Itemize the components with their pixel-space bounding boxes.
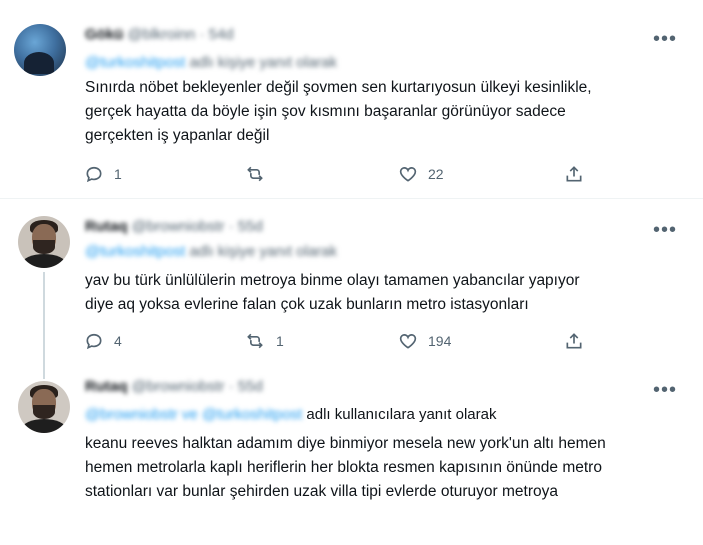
reply-button[interactable]: 4 xyxy=(84,329,122,353)
more-dots-icon[interactable]: ••• xyxy=(653,29,677,49)
retweet-icon xyxy=(247,333,263,349)
avatar[interactable] xyxy=(18,216,70,268)
tweet-text-line: gerçek hayatta da böyle işin şov kısmını… xyxy=(85,103,566,120)
tweet[interactable]: Rutaq @browniobstr · 55d ••• @turkoshitp… xyxy=(0,198,703,365)
tweet-header: Rutaq @browniobstr · 55d xyxy=(85,378,263,395)
like-count: 194 xyxy=(428,333,452,349)
retweet-count: 1 xyxy=(276,333,284,349)
author-handle[interactable]: @browniobstr xyxy=(132,378,225,395)
reply-bubble-icon xyxy=(86,333,102,350)
tweet-text-line: keanu reeves halktan adamım diye binmiyo… xyxy=(85,435,606,452)
tweet-text-line: gerçekten iş yapanlar değil xyxy=(85,127,270,144)
avatar[interactable] xyxy=(14,24,66,76)
avatar[interactable] xyxy=(18,381,70,433)
tweet-text-line: stationları var bunlar şehirden uzak vil… xyxy=(85,483,558,500)
reply-to-suffix: adlı kişiye yanıt olarak xyxy=(189,243,338,260)
tweet-header: Gökü @blkroinn · 54d xyxy=(85,26,234,43)
share-upload-icon xyxy=(566,333,582,349)
share-button[interactable] xyxy=(564,162,584,186)
tweet-text-line: yav bu türk ünlülülerin metroya binme ol… xyxy=(85,272,580,289)
tweet-time[interactable]: · 54d xyxy=(199,26,233,43)
tweet-time[interactable]: · 55d xyxy=(229,378,263,395)
tweet-time[interactable]: · 55d xyxy=(229,218,263,235)
author-handle[interactable]: @blkroinn xyxy=(128,26,196,43)
reply-to-mention[interactable]: @turkoshitpost xyxy=(85,54,185,71)
tweet-text: Sınırda nöbet bekleyenler değil şovmen s… xyxy=(85,76,685,148)
tweet[interactable]: Gökü @blkroinn · 54d ••• @turkoshitpost … xyxy=(0,0,703,198)
like-button[interactable]: 22 xyxy=(398,162,444,186)
share-upload-icon xyxy=(566,166,582,182)
reply-to-mention[interactable]: @turkoshitpost xyxy=(85,243,185,260)
author-handle[interactable]: @browniobstr xyxy=(132,218,225,235)
share-button[interactable] xyxy=(564,329,584,353)
reply-to-line: @turkoshitpost adlı kişiye yanıt olarak xyxy=(85,54,337,71)
tweet-text: yav bu türk ünlülülerin metroya binme ol… xyxy=(85,269,685,317)
tweet-header: Rutaq @browniobstr · 55d xyxy=(85,218,263,235)
retweet-icon xyxy=(247,166,263,182)
retweet-button[interactable] xyxy=(244,162,276,186)
like-button[interactable]: 194 xyxy=(398,329,451,353)
reply-count: 4 xyxy=(114,333,122,349)
reply-to-suffix: adlı kişiye yanıt olarak xyxy=(189,54,338,71)
more-dots-icon[interactable]: ••• xyxy=(653,380,677,400)
tweet-text: keanu reeves halktan adamım diye binmiyo… xyxy=(85,432,685,504)
reply-button[interactable]: 1 xyxy=(84,162,122,186)
reply-to-suffix: adlı kullanıcılara yanıt olarak xyxy=(306,406,497,423)
author-name[interactable]: Rutaq xyxy=(85,218,128,235)
tweet[interactable]: Rutaq @browniobstr · 55d ••• @browniobst… xyxy=(0,365,703,545)
tweet-text-line: Sınırda nöbet bekleyenler değil şovmen s… xyxy=(85,79,592,96)
tweet-text-line: hemen metrolarla kaplı heriflerin her bl… xyxy=(85,459,602,476)
thread-line xyxy=(43,365,45,379)
reply-count: 1 xyxy=(114,166,122,182)
reply-to-line: @browniobstr ve @turkoshitpost adlı kull… xyxy=(85,406,497,423)
retweet-button[interactable]: 1 xyxy=(244,329,284,353)
tweet-actions: 4 1 194 xyxy=(84,329,604,353)
reply-bubble-icon xyxy=(86,166,102,183)
more-dots-icon[interactable]: ••• xyxy=(653,220,677,240)
reply-to-line: @turkoshitpost adlı kişiye yanıt olarak xyxy=(85,243,337,260)
tweet-actions: 1 22 xyxy=(84,162,604,186)
tweet-text-line: diye aq yoksa evlerine falan çok uzak bu… xyxy=(85,296,529,313)
like-count: 22 xyxy=(428,166,444,182)
author-name[interactable]: Rutaq xyxy=(85,378,128,395)
heart-icon xyxy=(399,334,417,349)
heart-icon xyxy=(399,167,417,182)
thread-line xyxy=(43,272,45,365)
author-name[interactable]: Gökü xyxy=(85,26,123,43)
reply-to-mention[interactable]: @browniobstr ve @turkoshitpost xyxy=(85,406,302,423)
